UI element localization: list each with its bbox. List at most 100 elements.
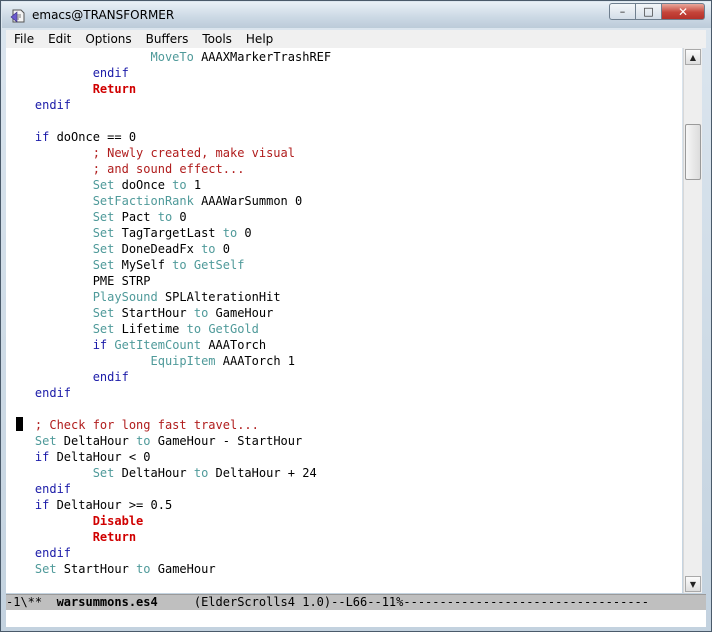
code-token: GameHour - StartHour (150, 434, 303, 448)
code-token: to (193, 466, 209, 480)
scroll-up-button[interactable]: ▲ (685, 49, 701, 65)
emacs-app-icon[interactable] (10, 8, 26, 24)
code-token: 1 (186, 178, 202, 192)
code-line: if GetItemCount AAATorch (6, 337, 331, 353)
code-token: doOnce (114, 178, 173, 192)
code-token: DeltaHour (56, 434, 137, 448)
code-token: SetFactionRank (6, 194, 194, 208)
code-token: Set (6, 306, 115, 320)
code-token: endif (6, 98, 72, 112)
menu-buffers[interactable]: Buffers (139, 32, 196, 46)
code-token: if (6, 498, 50, 512)
code-line: if doOnce == 0 (6, 129, 331, 145)
code-token: DeltaHour (114, 466, 194, 480)
code-token: 0 (172, 210, 187, 224)
code-token: Set (6, 210, 115, 224)
code-line: Set Lifetime to GetGold (6, 321, 331, 337)
title-bar[interactable]: emacs@TRANSFORMER – □ ✕ (2, 2, 711, 28)
menu-bar: File Edit Options Buffers Tools Help (6, 30, 706, 48)
code-token: DeltaHour + 24 (208, 466, 317, 480)
code-token: ; Newly created, make visual (6, 146, 295, 160)
code-token: 0 (237, 226, 252, 240)
code-token: endif (6, 482, 72, 496)
code-line: Set Pact to 0 (6, 209, 331, 225)
code-token: Disable (6, 514, 144, 528)
minimize-icon: – (619, 5, 626, 18)
code-token: EquipItem (6, 354, 216, 368)
maximize-button[interactable]: □ (635, 3, 661, 20)
window-title: emacs@TRANSFORMER (32, 8, 175, 22)
code-token: Lifetime (114, 322, 187, 336)
menu-tools[interactable]: Tools (195, 32, 239, 46)
code-line: endif (6, 369, 331, 385)
code-token: Set (6, 258, 115, 272)
code-token: MySelf (114, 258, 173, 272)
code-token: GameHour (150, 562, 216, 576)
menu-edit[interactable]: Edit (41, 32, 78, 46)
code-line: endif (6, 385, 331, 401)
emacs-window: emacs@TRANSFORMER – □ ✕ File Edit Option… (0, 0, 712, 632)
editor-text-area[interactable]: MoveTo AAAXMarkerTrashREF endif Return e… (6, 48, 682, 593)
code-line: Set DeltaHour to DeltaHour + 24 (6, 465, 331, 481)
code-token: endif (6, 66, 129, 80)
code-line: Set DoneDeadFx to 0 (6, 241, 331, 257)
close-icon: ✕ (677, 4, 689, 19)
code-token: doOnce == 0 (49, 130, 137, 144)
code-token: Set (6, 322, 115, 336)
text-cursor (16, 417, 23, 431)
code-token: endif (6, 546, 72, 560)
code-token: if (6, 450, 50, 464)
code-token: SPLAlterationHit (157, 290, 281, 304)
code-line: PlaySound SPLAlterationHit (6, 289, 331, 305)
code-line: Return (6, 81, 331, 97)
code-token: DoneDeadFx (114, 242, 202, 256)
code-line: ; Check for long fast travel... (6, 417, 331, 433)
arrow-up-icon: ▲ (689, 52, 697, 62)
mode-line-buffer-name[interactable]: warsummons.es4 (57, 595, 158, 609)
code-token: GetSelf (193, 258, 245, 272)
code-line: ; Newly created, make visual (6, 145, 331, 161)
code-token: PlaySound (6, 290, 158, 304)
menu-file[interactable]: File (6, 32, 41, 46)
code-line: if DeltaHour < 0 (6, 449, 331, 465)
code-line: endif (6, 65, 331, 81)
code-token: TagTargetLast (114, 226, 223, 240)
code-token: endif (6, 386, 72, 400)
close-button[interactable]: ✕ (661, 3, 705, 20)
menu-options[interactable]: Options (78, 32, 138, 46)
code-token: ; Check for long fast travel... (6, 418, 259, 432)
window-controls: – □ ✕ (609, 3, 705, 21)
code-token: ; and sound effect... (6, 162, 245, 176)
mode-line-info: (ElderScrolls4 1.0)--L66--11%-----------… (157, 595, 650, 609)
code-token: to (172, 258, 187, 272)
scrollbar-thumb[interactable] (685, 123, 701, 180)
scroll-down-button[interactable]: ▼ (685, 576, 701, 592)
code-token: Pact (114, 210, 158, 224)
code-token: if (6, 130, 50, 144)
code-line: PME STRP (6, 273, 331, 289)
minibuffer[interactable] (6, 610, 706, 627)
code-token: DeltaHour >= 0.5 (49, 498, 173, 512)
code-line: endif (6, 545, 331, 561)
code-token: Set (6, 226, 115, 240)
code-token: 0 (215, 242, 230, 256)
menu-help[interactable]: Help (239, 32, 280, 46)
code-line: Set StartHour to GameHour (6, 305, 331, 321)
code-line: Set TagTargetLast to 0 (6, 225, 331, 241)
code-token: to (157, 210, 173, 224)
minimize-button[interactable]: – (609, 3, 635, 20)
code-token: GetGold (208, 322, 259, 336)
code-line: ; and sound effect... (6, 161, 331, 177)
code-token: if (6, 338, 108, 352)
code-line: endif (6, 97, 331, 113)
code-token: Return (6, 530, 137, 544)
code-token: GetItemCount (114, 338, 202, 352)
vertical-scrollbar[interactable]: ▲ ▼ (683, 48, 702, 593)
code-token: to (172, 178, 187, 192)
code-token: to (193, 306, 209, 320)
code-lines: MoveTo AAAXMarkerTrashREF endif Return e… (6, 49, 331, 577)
code-token: AAAWarSummon 0 (193, 194, 303, 208)
code-token: Return (6, 82, 137, 96)
code-token: Set (6, 434, 57, 448)
